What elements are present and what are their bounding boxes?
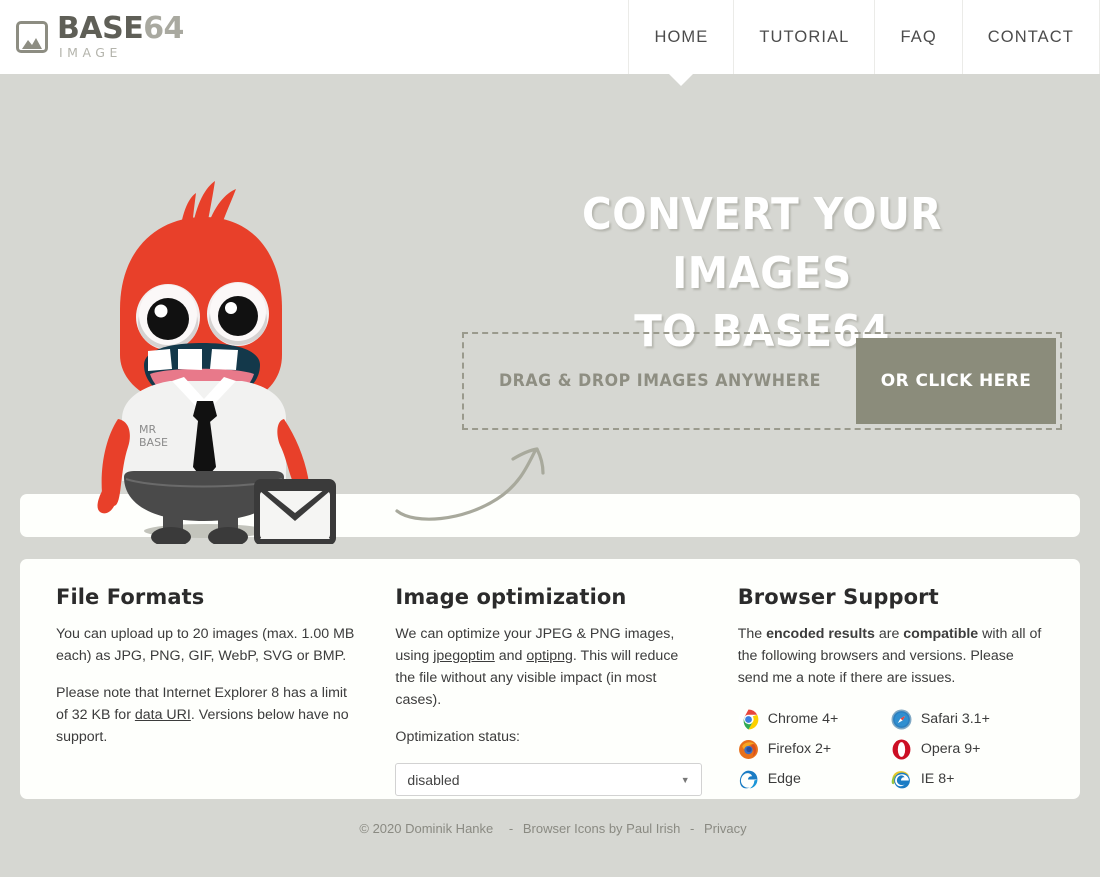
nav-item-home-label: HOME [654, 27, 709, 46]
opt-p1-mid: and [494, 648, 527, 664]
nav-item-tutorial-label: TUTORIAL [759, 27, 850, 46]
mascot-illustration: MR BASE [86, 169, 351, 549]
site-logo[interactable]: BASE64 IMAGE [0, 0, 184, 74]
dropzone[interactable]: DRAG & DROP IMAGES ANYWHERE OR CLICK HER… [462, 332, 1062, 430]
footer-separator-2: - [690, 821, 695, 836]
logo-title: BASE64 [57, 14, 184, 44]
bs-bold-compatible: compatible [903, 626, 979, 642]
browser-column-right: Safari 3.1+ Opera 9+ IE 8+ [891, 704, 1044, 794]
logo-title-main: BASE [57, 11, 144, 47]
nav-item-faq-label: FAQ [900, 27, 937, 46]
info-panel: File Formats You can upload up to 20 ima… [20, 559, 1080, 799]
card-image-optimization: Image optimization We can optimize your … [377, 585, 719, 796]
browser-item-firefox: Firefox 2+ [738, 734, 891, 764]
browser-label-firefox: Firefox 2+ [767, 741, 832, 757]
browser-item-chrome: Chrome 4+ [738, 704, 891, 734]
image-optimization-heading: Image optimization [395, 585, 627, 609]
data-uri-link[interactable]: data URI [135, 707, 191, 723]
footer-separator-1: - [508, 821, 514, 836]
picture-icon [16, 21, 48, 53]
optimization-status-label: Optimization status: [395, 729, 520, 745]
curved-arrow-doodle [385, 429, 565, 534]
firefox-icon [738, 739, 759, 760]
nav-item-tutorial[interactable]: TUTORIAL [733, 0, 875, 74]
browser-label-chrome: Chrome 4+ [767, 711, 839, 727]
hero-section: MR BASE CONVERT YOUR IMAGES TO BASE64 DR… [0, 74, 1100, 547]
opera-icon [891, 739, 912, 760]
site-footer: © 2020 Dominik Hanke - Browser Icons by … [0, 821, 1100, 836]
bs-a: The [737, 626, 767, 642]
logo-title-number: 64 [143, 11, 184, 47]
card-file-formats: File Formats You can upload up to 20 ima… [38, 585, 377, 775]
safari-icon [891, 709, 912, 730]
browser-list: Chrome 4+ Firefox 2+ Edge Safari 3.1+ Op… [738, 704, 1044, 794]
nav-item-faq[interactable]: FAQ [874, 0, 962, 74]
nav-item-contact[interactable]: CONTACT [961, 0, 1100, 74]
file-formats-paragraph-1: You can upload up to 20 images (max. 1.0… [56, 626, 355, 664]
browser-column-left: Chrome 4+ Firefox 2+ Edge [738, 704, 891, 794]
optipng-link[interactable]: optipng [526, 648, 573, 664]
chrome-icon [738, 709, 759, 730]
chevron-down-icon: ▼ [680, 774, 690, 785]
browser-label-opera: Opera 9+ [920, 741, 981, 757]
bs-bold-encoded-results: encoded results [766, 626, 875, 642]
svg-text:BASE: BASE [139, 436, 168, 449]
browser-support-paragraph: The encoded results are compatible with … [738, 623, 1044, 689]
optimization-status-select[interactable]: disabled ▼ [395, 763, 702, 796]
nav-item-contact-label: CONTACT [987, 27, 1074, 46]
browser-label-ie: IE 8+ [920, 771, 955, 787]
site-header: BASE64 IMAGE HOME TUTORIAL FAQ CONTACT [0, 0, 1100, 74]
logo-subtitle: IMAGE [59, 45, 122, 61]
main-navigation: HOME TUTORIAL FAQ CONTACT [628, 0, 1100, 74]
card-browser-support: Browser Support The encoded results are … [720, 585, 1062, 788]
dropzone-label: DRAG & DROP IMAGES ANYWHERE [498, 371, 822, 391]
bs-c: are [874, 626, 904, 642]
optimization-status-value: disabled [407, 771, 460, 788]
footer-credit-link[interactable]: Browser Icons by Paul Irish [523, 821, 681, 836]
edge-icon [738, 769, 759, 790]
footer-copyright: © 2020 Dominik Hanke [359, 821, 494, 836]
browser-support-heading: Browser Support [737, 585, 939, 609]
browser-label-safari: Safari 3.1+ [920, 711, 990, 727]
internet-explorer-icon [891, 769, 912, 790]
click-here-button[interactable]: OR CLICK HERE [856, 338, 1056, 424]
browser-item-ie: IE 8+ [891, 764, 1044, 794]
browser-item-edge: Edge [738, 764, 891, 794]
nav-item-home[interactable]: HOME [628, 0, 734, 74]
jpegoptim-link[interactable]: jpegoptim [433, 648, 495, 664]
browser-item-safari: Safari 3.1+ [891, 704, 1044, 734]
image-optimization-paragraph: We can optimize your JPEG & PNG images, … [395, 623, 701, 711]
file-formats-paragraph-2: Please note that Internet Explorer 8 has… [56, 682, 359, 748]
footer-privacy-link[interactable]: Privacy [704, 821, 747, 836]
browser-item-opera: Opera 9+ [891, 734, 1044, 764]
file-formats-heading: File Formats [56, 585, 205, 609]
logo-text: BASE64 IMAGE [57, 14, 184, 60]
hero-title-line-1: CONVERT YOUR IMAGES [582, 189, 942, 299]
svg-text:MR: MR [139, 423, 156, 436]
browser-label-edge: Edge [767, 771, 801, 787]
